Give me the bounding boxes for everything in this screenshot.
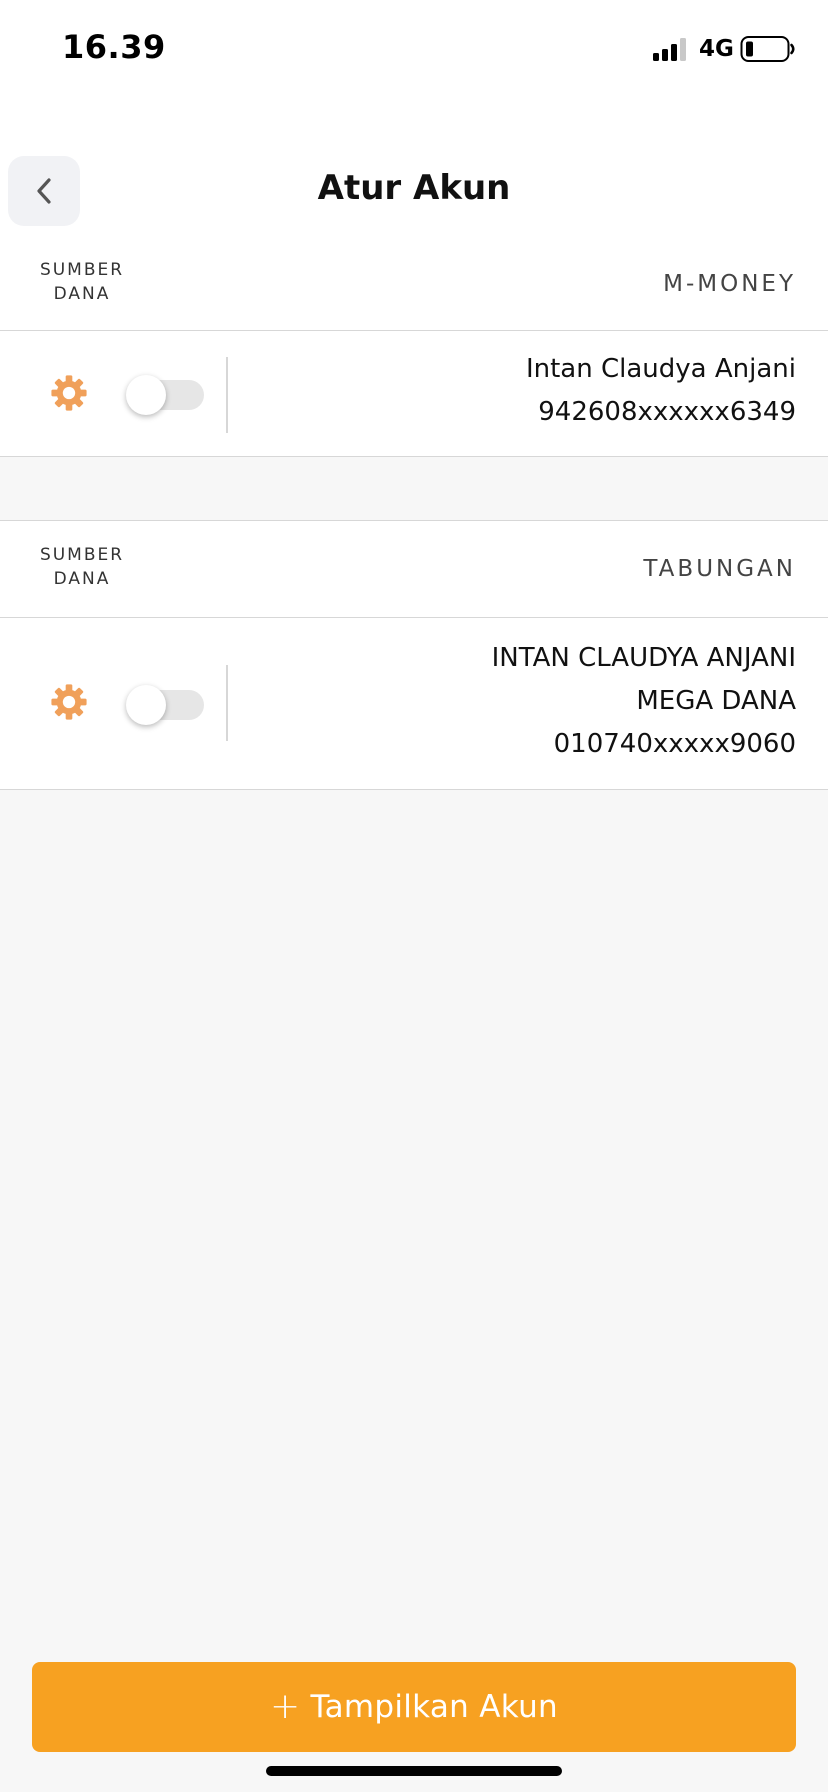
account-holder-name: Intan Claudya Anjani xyxy=(525,354,796,384)
page-title: Atur Akun xyxy=(317,168,511,208)
gear-icon[interactable] xyxy=(50,374,88,412)
source-label: SUMBER DANA xyxy=(39,545,125,589)
account-card-tabungan: SUMBER DANA TABUNGAN INTAN CLAUDYA ANJAN… xyxy=(0,521,828,790)
account-number: 942608xxxxxx6349 xyxy=(538,397,796,427)
account-type: M-MONEY xyxy=(663,271,796,297)
account-product-name: MEGA DANA xyxy=(636,686,796,716)
plus-icon: + xyxy=(270,1686,301,1727)
account-holder-name: INTAN CLAUDYA ANJANI xyxy=(491,643,796,673)
vertical-divider xyxy=(226,357,228,433)
account-card-header: SUMBER DANA M-MONEY xyxy=(0,244,828,331)
toggle-knob xyxy=(126,685,166,725)
account-details: Intan Claudya Anjani 942608xxxxxx6349 xyxy=(526,348,796,434)
account-card-body: Intan Claudya Anjani 942608xxxxxx6349 xyxy=(0,331,828,457)
account-details: INTAN CLAUDYA ANJANI MEGA DANA 010740xxx… xyxy=(492,637,796,766)
battery-low-icon xyxy=(740,36,795,62)
source-label: SUMBER DANA xyxy=(39,260,125,304)
account-toggle[interactable] xyxy=(126,685,204,725)
cellular-signal-icon xyxy=(653,38,686,61)
status-time: 16.39 xyxy=(62,28,166,66)
account-card-m-money: SUMBER DANA M-MONEY Intan Claudya Anjani… xyxy=(0,244,828,457)
show-accounts-label: Tampilkan Akun xyxy=(310,1689,558,1725)
show-accounts-button[interactable]: + Tampilkan Akun xyxy=(32,1662,796,1752)
account-card-header: SUMBER DANA TABUNGAN xyxy=(0,521,828,618)
gear-icon[interactable] xyxy=(50,683,88,721)
account-type: TABUNGAN xyxy=(643,556,796,582)
account-toggle[interactable] xyxy=(126,375,204,415)
home-indicator xyxy=(266,1766,562,1776)
account-number: 010740xxxxx9060 xyxy=(553,729,796,759)
account-card-body: INTAN CLAUDYA ANJANI MEGA DANA 010740xxx… xyxy=(0,618,828,790)
vertical-divider xyxy=(226,665,228,741)
network-type: 4G xyxy=(699,36,734,62)
toggle-knob xyxy=(126,375,166,415)
